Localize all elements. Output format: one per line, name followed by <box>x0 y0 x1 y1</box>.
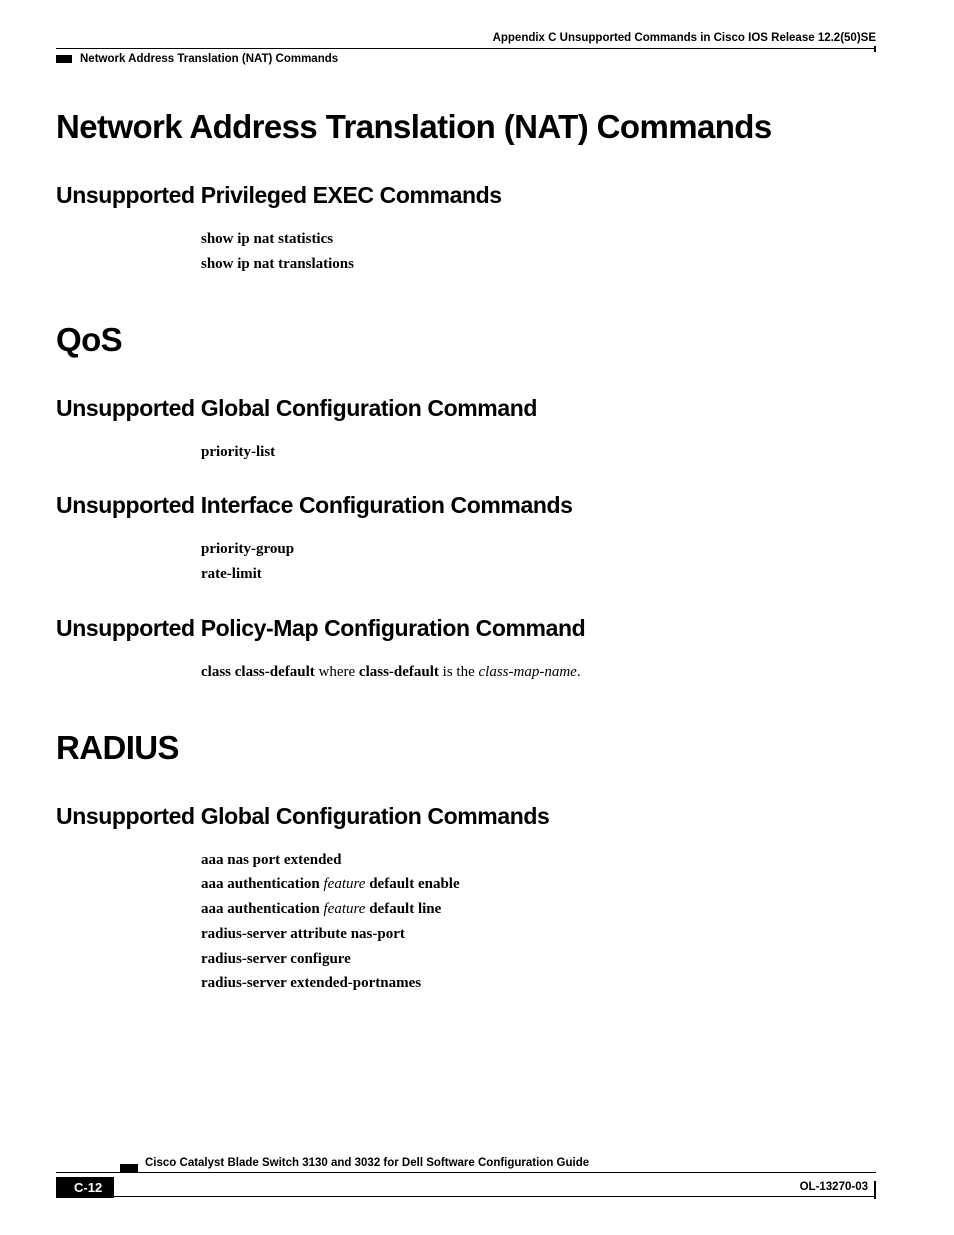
command-block: priority-group rate-limit <box>201 537 876 587</box>
command-text: aaa authentication feature default line <box>201 897 876 922</box>
command-text: radius-server extended-portnames <box>201 971 876 996</box>
command-text: radius-server configure <box>201 947 876 972</box>
command-block: priority-list <box>201 440 876 465</box>
command-text: radius-server attribute nas-port <box>201 922 876 947</box>
command-text: show ip nat translations <box>201 252 876 277</box>
command-text: rate-limit <box>201 562 876 587</box>
running-header-left: Network Address Translation (NAT) Comman… <box>80 53 338 65</box>
command-text: priority-list <box>201 440 876 465</box>
subheading-nat-exec: Unsupported Privileged EXEC Commands <box>56 182 876 209</box>
page-number: C-12 <box>56 1177 114 1198</box>
content: Network Address Translation (NAT) Comman… <box>56 108 876 996</box>
footer-rule-top <box>56 1172 876 1173</box>
header-rule <box>56 48 876 49</box>
command-text: aaa authentication feature default enabl… <box>201 872 876 897</box>
command-text: priority-group <box>201 537 876 562</box>
subheading-qos-global: Unsupported Global Configuration Command <box>56 395 876 422</box>
command-block: aaa nas port extended aaa authentication… <box>201 848 876 997</box>
heading-nat: Network Address Translation (NAT) Comman… <box>56 108 876 146</box>
command-text: aaa nas port extended <box>201 848 876 873</box>
command-block: class class-default where class-default … <box>201 660 876 685</box>
running-header-right: Appendix C Unsupported Commands in Cisco… <box>493 32 876 44</box>
header-tick <box>874 46 876 52</box>
command-text: show ip nat statistics <box>201 227 876 252</box>
heading-radius: RADIUS <box>56 729 876 767</box>
subheading-radius-global: Unsupported Global Configuration Command… <box>56 803 876 830</box>
subheading-qos-policymap: Unsupported Policy-Map Configuration Com… <box>56 615 876 642</box>
section-marker-icon <box>56 55 72 63</box>
footer-rule-bottom <box>110 1196 876 1197</box>
command-block: show ip nat statistics show ip nat trans… <box>201 227 876 277</box>
heading-qos: QoS <box>56 321 876 359</box>
footer-tick-right <box>874 1181 876 1199</box>
footer-doc-id: OL-13270-03 <box>800 1181 868 1193</box>
footer-book-title: Cisco Catalyst Blade Switch 3130 and 303… <box>145 1157 589 1169</box>
subheading-qos-interface: Unsupported Interface Configuration Comm… <box>56 492 876 519</box>
page: Appendix C Unsupported Commands in Cisco… <box>0 0 954 1235</box>
command-text: class class-default where class-default … <box>201 660 876 685</box>
